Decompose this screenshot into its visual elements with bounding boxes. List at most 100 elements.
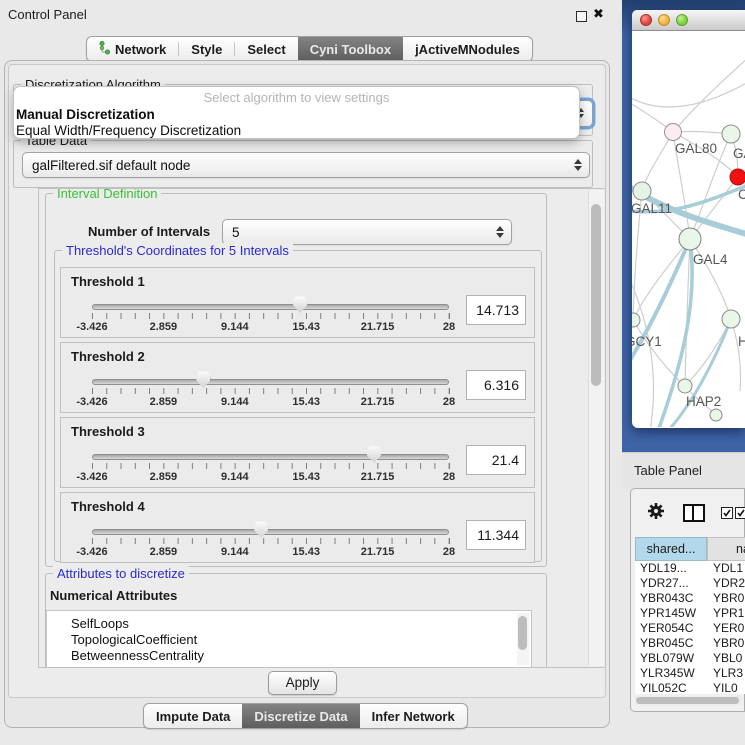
threshold-slider[interactable]: -3.4262.8599.14415.4321.71528: [92, 448, 449, 486]
popup-item-equal-width-frequency[interactable]: Equal Width/Frequency Discretization: [14, 122, 579, 138]
network-canvas[interactable]: GAL80GACGAL11GAL4GCY1HHAP2: [632, 31, 745, 427]
attribute-list-item[interactable]: TopologicalCoefficient: [47, 632, 531, 648]
table-panel-title: Table Panel: [634, 463, 702, 478]
scrollbar-thumb[interactable]: [518, 616, 527, 650]
network-node[interactable]: [722, 125, 740, 143]
table-row[interactable]: YIL052C YIL0: [635, 681, 745, 694]
slider-tick-label: 2.859: [150, 546, 178, 558]
popup-item-manual-discretization[interactable]: Manual Discretization: [14, 106, 579, 122]
table-cell: YDL1: [707, 561, 743, 576]
slider-track[interactable]: [92, 529, 449, 535]
slider-tick-label: 9.144: [221, 546, 249, 558]
tab-style[interactable]: Style: [179, 37, 234, 61]
slider-ticks: [92, 313, 450, 319]
attribute-list-item[interactable]: SelfLoops: [47, 616, 531, 632]
slider-tick-label: 9.144: [221, 396, 249, 408]
checkbox-icon[interactable]: [735, 507, 745, 519]
number-of-intervals-value: 5: [223, 225, 495, 240]
apply-button[interactable]: Apply: [268, 671, 337, 695]
slider-tick-label: 28: [443, 546, 455, 558]
network-node[interactable]: [730, 169, 745, 185]
table-header-name[interactable]: na: [707, 537, 745, 561]
attribute-list-item[interactable]: BetweennessCentrality: [47, 648, 531, 664]
table-row[interactable]: YBR045C YBR0: [635, 636, 745, 651]
network-node-hap2[interactable]: [678, 379, 692, 393]
table-cell: YBL079W: [635, 651, 707, 666]
table-header-shared[interactable]: shared...: [635, 537, 707, 561]
tab-select[interactable]: Select: [235, 37, 297, 61]
number-of-intervals-combobox[interactable]: 5: [222, 219, 512, 245]
threshold-value-field[interactable]: 11.344: [466, 520, 526, 550]
popup-hint: Select algorithm to view settings: [14, 87, 579, 106]
attributes-list-scrollbar[interactable]: [517, 613, 529, 665]
table-cell: YBR045C: [635, 636, 707, 651]
network-node-gal4[interactable]: [679, 228, 701, 250]
float-window-icon[interactable]: [576, 11, 587, 22]
settings-vertical-scrollbar[interactable]: [588, 190, 604, 666]
close-traffic-light-icon[interactable]: [640, 14, 652, 26]
network-node-gal11[interactable]: [633, 182, 651, 200]
table-row[interactable]: YPR145W YPR1: [635, 606, 745, 621]
tab-jactivemnodules[interactable]: jActiveMNodules: [403, 37, 532, 61]
slider-thumb[interactable]: [293, 296, 307, 313]
threshold-slider[interactable]: -3.4262.8599.14415.4321.71528: [92, 523, 449, 561]
control-panel-titlebar: Control Panel ✖: [0, 0, 612, 28]
minimize-traffic-light-icon[interactable]: [658, 14, 670, 26]
slider-tick-label: 21.715: [361, 471, 395, 483]
threshold-value-field[interactable]: 21.4: [466, 445, 526, 475]
table-row[interactable]: YLR345W YLR3: [635, 666, 745, 681]
slider-tick-label: 21.715: [361, 321, 395, 333]
tab-cyni-toolbox[interactable]: Cyni Toolbox: [298, 37, 403, 61]
network-node-gal80[interactable]: [665, 124, 682, 141]
table-data-combobox-value: galFiltered.sif default node: [23, 158, 573, 173]
table-row[interactable]: YBL079W YBL0: [635, 651, 745, 666]
slider-track[interactable]: [92, 304, 449, 310]
tab-discretize-data[interactable]: Discretize Data: [242, 704, 359, 728]
slider-tick-labels: -3.4262.8599.14415.4321.71528: [92, 546, 449, 559]
slider-ticks: [92, 463, 450, 469]
tab-infer-network[interactable]: Infer Network: [360, 704, 467, 728]
table-horizontal-scrollbar[interactable]: [635, 696, 742, 705]
scrollbar-thumb[interactable]: [636, 697, 739, 704]
table-cell: YPR1: [707, 606, 744, 621]
tab-network[interactable]: Network: [87, 37, 178, 61]
network-node-gcy1[interactable]: [632, 313, 640, 327]
gear-icon[interactable]: [647, 502, 665, 523]
slider-thumb[interactable]: [367, 446, 381, 463]
zoom-traffic-light-icon[interactable]: [676, 14, 688, 26]
network-node-label: GAL4: [693, 252, 728, 267]
slider-tick-labels: -3.4262.8599.14415.4321.71528: [92, 396, 449, 409]
slider-thumb[interactable]: [254, 521, 268, 538]
settings-scrollpane: Interval Definition Number of Intervals …: [38, 188, 606, 668]
network-node-label: GCY1: [632, 334, 662, 349]
table-row[interactable]: YDL19... YDL1: [635, 561, 745, 576]
control-panel-tabbar: Network Style Select Cyni Toolbox jActiv…: [86, 36, 533, 62]
split-panel-icon[interactable]: [683, 504, 705, 522]
network-node[interactable]: [710, 409, 722, 421]
slider-tick-label: 21.715: [361, 396, 395, 408]
threshold-label: Threshold 2: [71, 349, 145, 364]
table-cell: YDR2: [707, 576, 745, 591]
slider-thumb[interactable]: [196, 371, 210, 388]
slider-track[interactable]: [92, 454, 449, 460]
close-icon[interactable]: ✖: [593, 5, 604, 23]
slider-track[interactable]: [92, 379, 449, 385]
threshold-value-field[interactable]: 14.713: [466, 295, 526, 325]
table-data-combobox[interactable]: galFiltered.sif default node: [22, 152, 590, 178]
slider-tick-label: 28: [443, 396, 455, 408]
scrollbar-thumb[interactable]: [591, 204, 601, 386]
network-window[interactable]: GAL80GACGAL11GAL4GCY1HHAP2: [632, 10, 745, 428]
checkbox-icon[interactable]: [721, 507, 733, 519]
slider-tick-label: -3.426: [76, 321, 107, 333]
network-node-label: HAP2: [686, 394, 721, 409]
threshold-slider[interactable]: -3.4262.8599.14415.4321.71528: [92, 373, 449, 411]
table-row[interactable]: YBR043C YBR0: [635, 591, 745, 606]
slider-tick-label: 21.715: [361, 546, 395, 558]
network-node[interactable]: [722, 310, 740, 328]
threshold-value-field[interactable]: 6.316: [466, 370, 526, 400]
tab-impute-data[interactable]: Impute Data: [144, 704, 242, 728]
threshold-slider[interactable]: -3.4262.8599.14415.4321.71528: [92, 298, 449, 336]
network-window-titlebar[interactable]: [632, 10, 745, 31]
table-row[interactable]: YDR27... YDR2: [635, 576, 745, 591]
table-row[interactable]: YER054C YER0: [635, 621, 745, 636]
